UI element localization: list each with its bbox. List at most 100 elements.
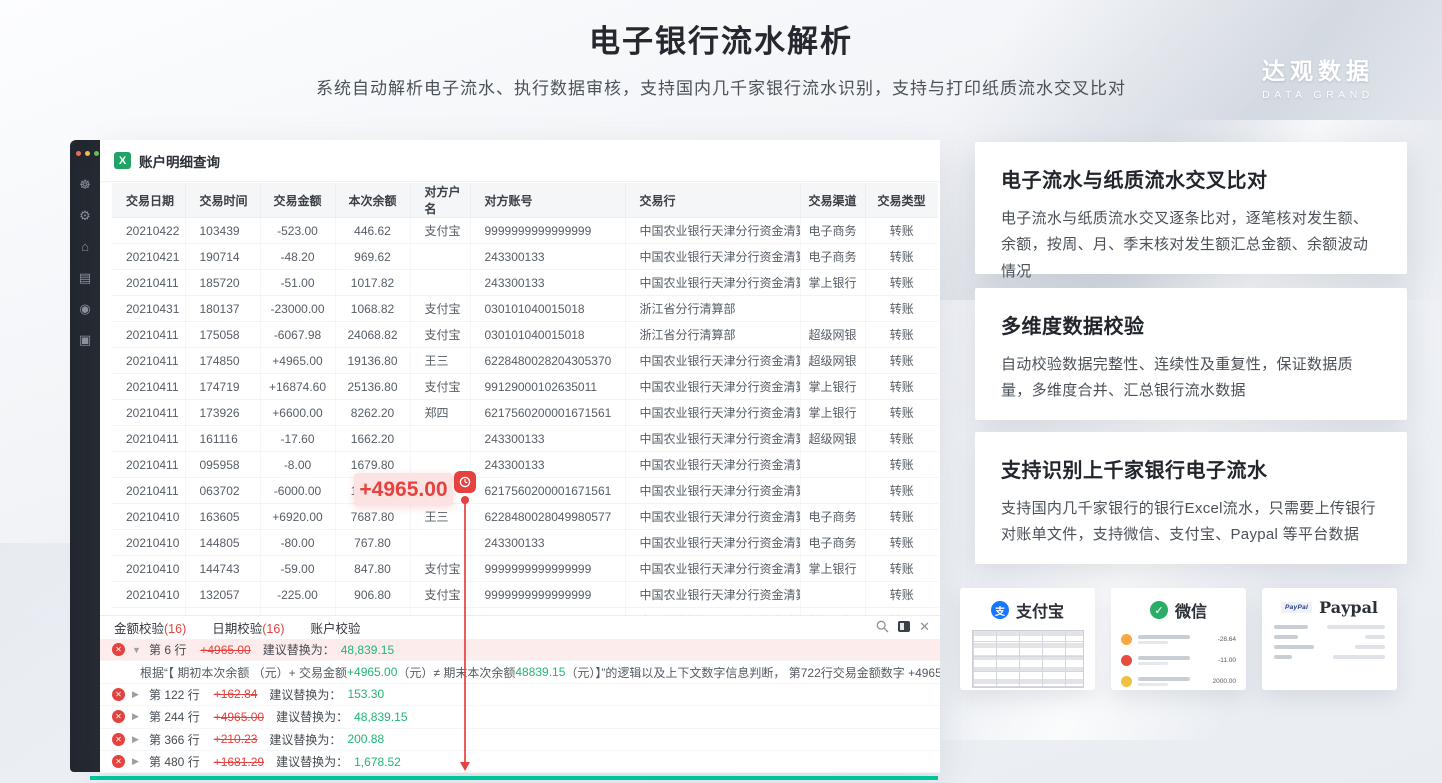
caret-icon[interactable]: ▼	[132, 645, 141, 655]
caret-icon[interactable]: ▶	[132, 711, 141, 722]
validation-item[interactable]: ✕▶第 480 行+1681.29建议替换为：1,678.52	[100, 751, 940, 773]
table-cell: 转账	[865, 452, 938, 478]
annotation-connector-line	[464, 503, 466, 763]
error-icon: ✕	[112, 733, 125, 746]
search-icon[interactable]	[876, 620, 889, 633]
table-cell: 20210411	[112, 322, 185, 348]
table-cell: 173926	[185, 400, 260, 426]
table-cell: 9999999999999999	[470, 582, 625, 608]
validation-tab[interactable]: 账户校验	[311, 618, 361, 637]
table-cell: 电子商务	[800, 244, 865, 270]
panel-layout-icon[interactable]	[898, 621, 910, 632]
close-window-icon[interactable]	[76, 151, 81, 156]
minimize-window-icon[interactable]	[85, 151, 90, 156]
table-row[interactable]: 20210411185720-51.001017.82243300133中国农业…	[112, 270, 938, 296]
wechat-amount: 2000.00	[1213, 678, 1237, 685]
validation-item[interactable]: ✕▶第 122 行+162.84建议替换为：153.30	[100, 684, 940, 706]
window-controls[interactable]	[70, 140, 100, 156]
table-cell: 6217560200001671561	[470, 400, 625, 426]
table-cell: 8262.20	[335, 400, 410, 426]
maximize-window-icon[interactable]	[94, 151, 99, 156]
validation-item[interactable]: ✕▶第 244 行+4965.00建议替换为：48,839.15	[100, 706, 940, 728]
brand-logo: 达观数据 DATA GRAND	[1262, 52, 1374, 101]
table-cell: 20210410	[112, 530, 185, 556]
wechat-merchant-icon	[1121, 676, 1132, 687]
table-row[interactable]: 20210410144805-80.00767.80243300133中国农业银…	[112, 530, 938, 556]
coin-icon[interactable]: ◉	[79, 302, 90, 315]
caret-icon[interactable]: ▶	[132, 734, 141, 745]
table-cell: -6067.98	[260, 322, 335, 348]
tab-label: 金额校验	[114, 622, 164, 636]
dashboard-icon[interactable]: ☸	[79, 178, 91, 191]
table-cell: 20210421	[112, 244, 185, 270]
table-row[interactable]: 20210410113812-1000.001131.80243300133中国…	[112, 608, 938, 616]
table-row[interactable]: 20210411161116-17.601662.20243300133中国农业…	[112, 426, 938, 452]
validation-tab[interactable]: 金额校验(16)	[114, 618, 186, 637]
wechat-icon: ✓	[1150, 601, 1168, 619]
table-cell: 中国农业银行天津分行资金清算中心	[625, 452, 800, 478]
alert-clock-icon[interactable]	[454, 471, 476, 493]
caret-icon[interactable]: ▶	[132, 689, 141, 700]
table-cell: 1068.82	[335, 296, 410, 322]
validation-tab[interactable]: 日期校验(16)	[212, 618, 284, 637]
paypal-logo-icon: PayPal	[1281, 602, 1312, 613]
table-cell: 20210411	[112, 426, 185, 452]
table-cell: 转账	[865, 426, 938, 452]
old-amount: +4965.00	[200, 643, 250, 657]
table-cell: 24068.82	[335, 322, 410, 348]
table-cell: 6228480028204305370	[470, 348, 625, 374]
old-amount: +162.84	[214, 687, 258, 701]
table-row[interactable]: 20210411063702-6000.001687.80郑四621756020…	[112, 478, 938, 504]
report-icon[interactable]: ▤	[79, 271, 91, 284]
column-header: 交易金额	[260, 183, 335, 218]
table-cell: 中国农业银行天津分行资金清算中心	[625, 374, 800, 400]
table-row[interactable]: 20210410132057-225.00906.80支付宝9999999999…	[112, 582, 938, 608]
table-cell: -80.00	[260, 530, 335, 556]
validation-item[interactable]: ✕▼第 6 行+4965.00建议替换为：48,839.15	[100, 639, 940, 661]
validation-row-label: 第 366 行	[149, 731, 200, 748]
table-cell: 中国农业银行天津分行资金清算中心	[625, 218, 800, 244]
table-cell: -23000.00	[260, 296, 335, 322]
validation-item-list: ✕▼第 6 行+4965.00建议替换为：48,839.15根据“【 期初本次余…	[100, 639, 940, 773]
app-sidebar: ☸ ⚙ ⌂ ▤ ◉ ▣	[70, 140, 100, 772]
table-cell: +6920.00	[260, 504, 335, 530]
table-cell: 转账	[865, 556, 938, 582]
feature-body: 自动校验数据完整性、连续性及重复性，保证数据质量，多维度合并、汇总银行流水数据	[1001, 352, 1381, 405]
table-cell: 转账	[865, 400, 938, 426]
table-row[interactable]: 20210411173926+6600.008262.20郑四621756020…	[112, 400, 938, 426]
validation-item[interactable]: ✕▶第 366 行+210.23建议替换为：200.88	[100, 729, 940, 751]
archive-icon[interactable]: ▣	[79, 333, 91, 346]
table-row[interactable]: 20210422103439-523.00446.62支付宝9999999999…	[112, 218, 938, 244]
table-row[interactable]: 20210411095958-8.001679.80243300133中国农业银…	[112, 452, 938, 478]
table-row[interactable]: 20210410163605+6920.007687.80王三622848002…	[112, 504, 938, 530]
table-row[interactable]: 20210411174719+16874.6025136.80支付宝991290…	[112, 374, 938, 400]
home-icon[interactable]: ⌂	[81, 240, 89, 253]
explanation-segment: （元）≠ 期末本次余额	[397, 664, 515, 681]
error-amount-highlight: +4965.00	[354, 473, 453, 506]
validation-toolbar: ✕	[876, 620, 930, 633]
table-cell: 转账	[865, 582, 938, 608]
table-cell: 超级网银	[800, 322, 865, 348]
table-cell: 转账	[865, 270, 938, 296]
paypal-card-header: PayPal Paypal	[1262, 588, 1397, 617]
table-cell: 20210422	[112, 218, 185, 244]
table-cell: 王三	[410, 348, 470, 374]
gear-icon[interactable]: ⚙	[79, 209, 91, 222]
wechat-mini-row: 2000.00	[1111, 671, 1246, 692]
table-row[interactable]: 20210431180137-23000.001068.82支付宝0301010…	[112, 296, 938, 322]
brand-logo-en: DATA GRAND	[1262, 89, 1374, 101]
table-row[interactable]: 20210411175058-6067.9824068.82支付宝0301010…	[112, 322, 938, 348]
caret-icon[interactable]: ▶	[132, 756, 141, 767]
error-icon: ✕	[112, 643, 125, 656]
page-title: 电子银行流水解析	[0, 16, 1442, 61]
table-row[interactable]: 20210410144743-59.00847.80支付宝99999999999…	[112, 556, 938, 582]
table-cell: 190714	[185, 244, 260, 270]
table-cell: 转账	[865, 244, 938, 270]
window-bottom-accent	[90, 776, 938, 780]
close-panel-icon[interactable]: ✕	[919, 620, 930, 633]
wechat-merchant-icon	[1121, 655, 1132, 666]
table-row[interactable]: 20210421190714-48.20969.62243300133中国农业银…	[112, 244, 938, 270]
table-cell: 175058	[185, 322, 260, 348]
table-cell: 144805	[185, 530, 260, 556]
table-row[interactable]: 20210411174850+4965.0019136.80王三62284800…	[112, 348, 938, 374]
